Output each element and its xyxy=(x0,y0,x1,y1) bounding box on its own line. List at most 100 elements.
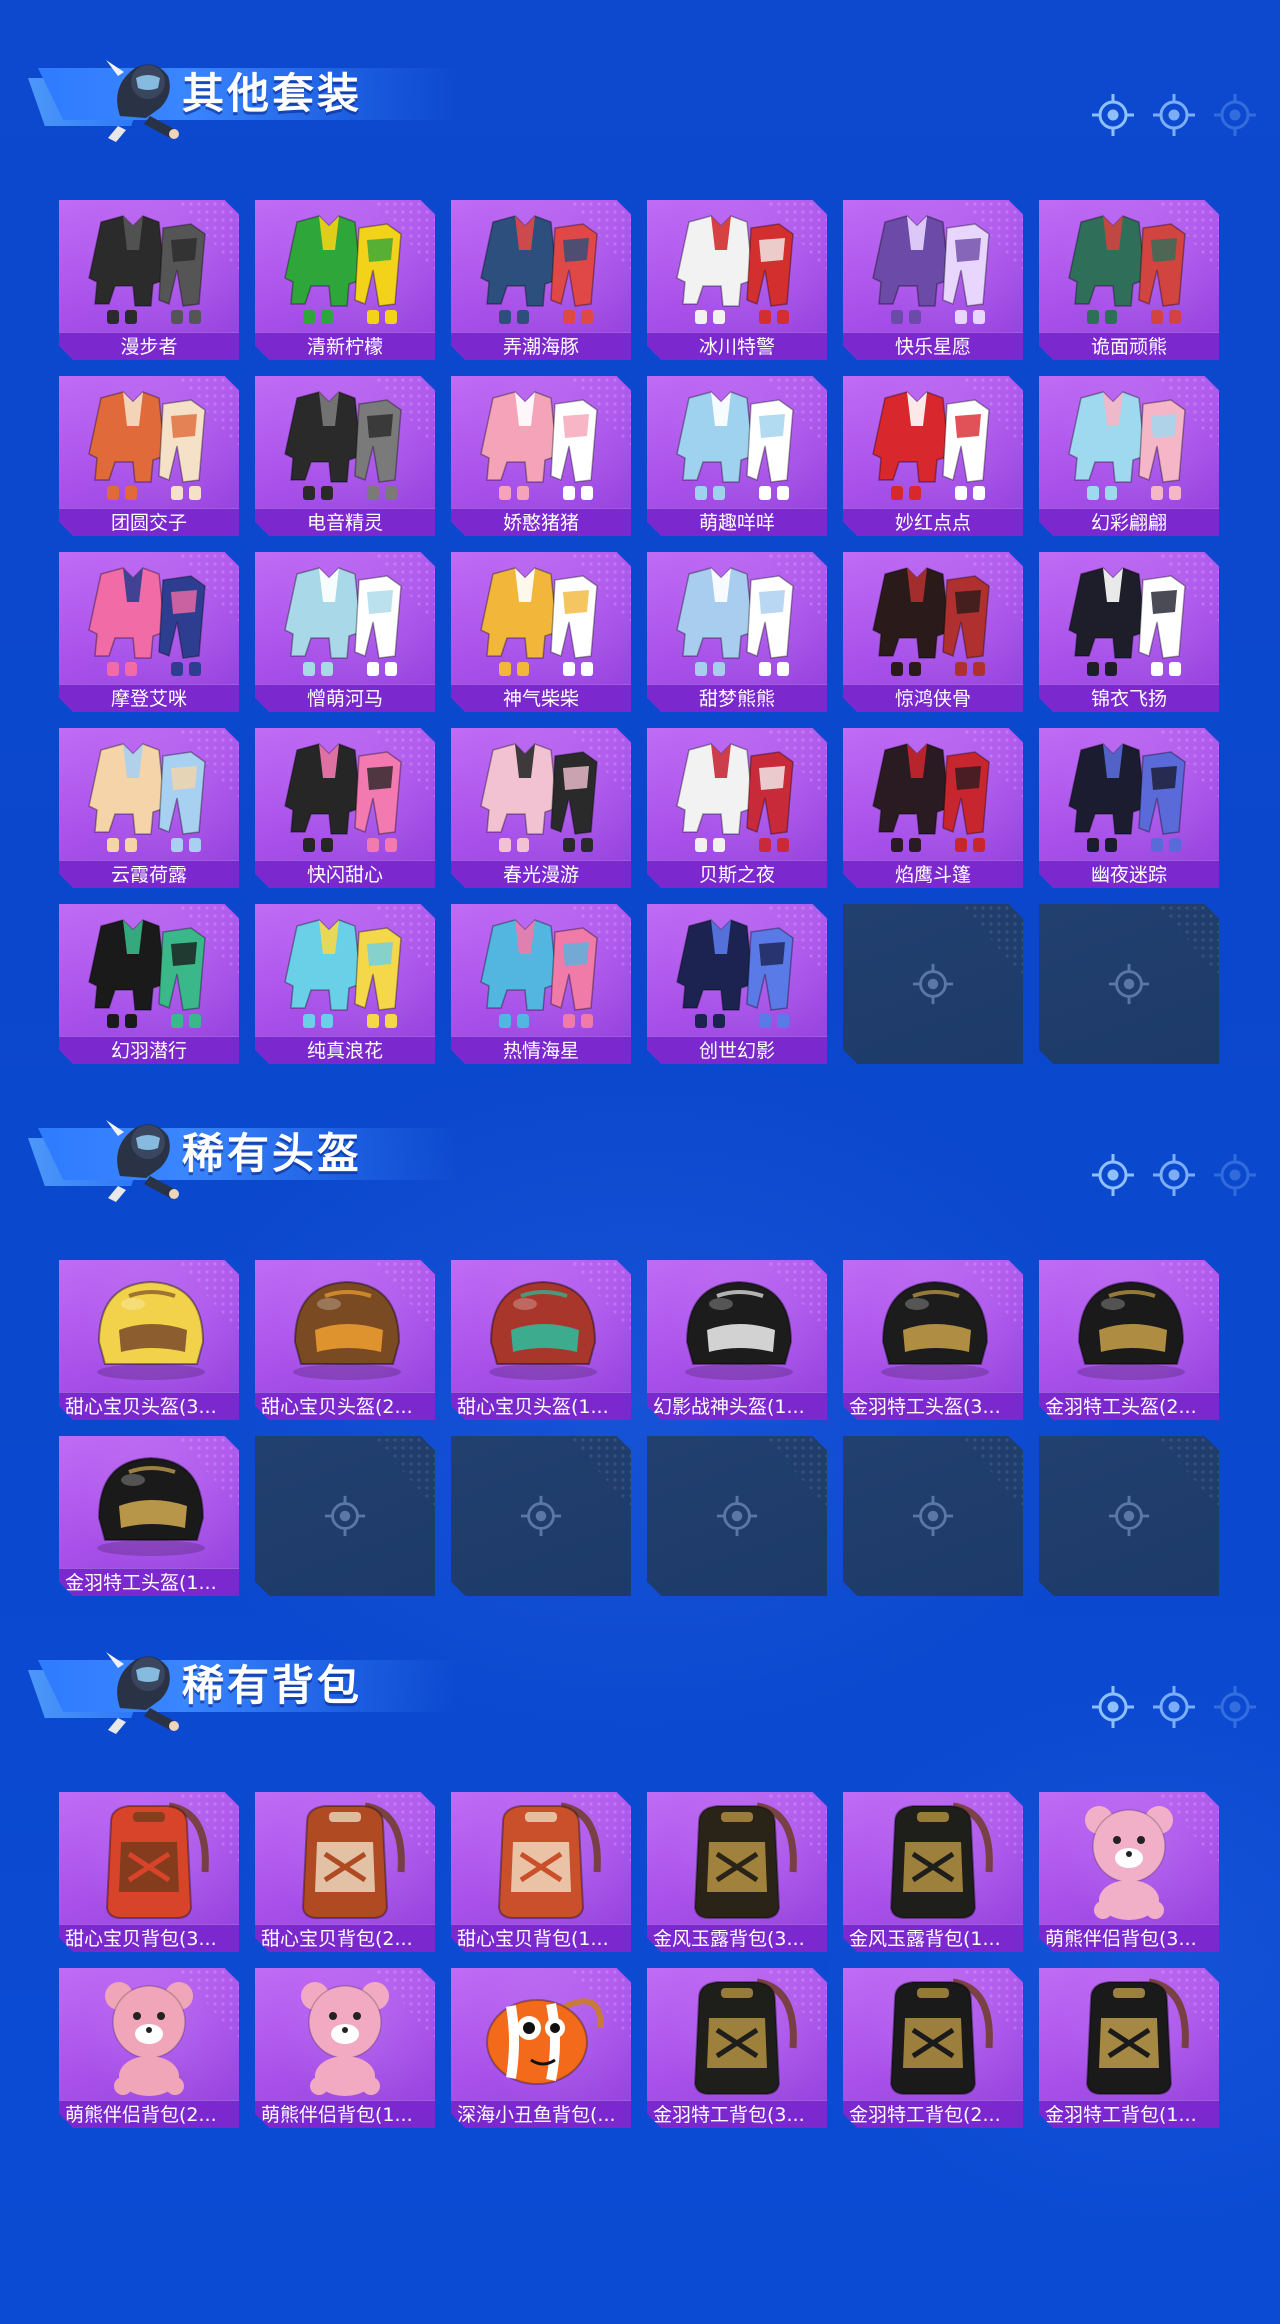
item-card[interactable]: 甜心宝贝头盔(3... xyxy=(59,1260,239,1420)
item-card[interactable]: 金羽特工头盔(2... xyxy=(1039,1260,1219,1420)
empty-slot[interactable] xyxy=(647,1436,827,1596)
item-card[interactable]: 快乐星愿 xyxy=(843,200,1023,360)
item-card[interactable]: 金羽特工背包(3... xyxy=(647,1968,827,2128)
item-card[interactable]: 萌熊伴侣背包(2... xyxy=(59,1968,239,2128)
item-card[interactable]: 团圆交子 xyxy=(59,376,239,536)
item-card[interactable]: 云霞荷露 xyxy=(59,728,239,888)
item-card[interactable]: 深海小丑鱼背包(... xyxy=(451,1968,631,2128)
item-card[interactable]: 清新柠檬 xyxy=(255,200,435,360)
section-dots xyxy=(1090,1684,1256,1730)
item-card[interactable]: 幻影战神头盔(1... xyxy=(647,1260,827,1420)
item-label: 憎萌河马 xyxy=(255,684,435,712)
empty-slot[interactable] xyxy=(843,1436,1023,1596)
item-label: 金风玉露背包(3... xyxy=(647,1924,827,1952)
item-card[interactable]: 金羽特工背包(2... xyxy=(843,1968,1023,2128)
item-card[interactable]: 甜梦熊熊 xyxy=(647,552,827,712)
crosshair-icon xyxy=(1212,1684,1258,1730)
empty-slot[interactable] xyxy=(843,904,1023,1064)
item-card[interactable]: 焰鹰斗篷 xyxy=(843,728,1023,888)
section-header: 其他套装 xyxy=(28,40,458,142)
section-backpacks: 稀有背包 甜心宝贝背包(3... 甜心宝贝背包(2... 甜心宝贝背包(1... 金风… xyxy=(0,1632,1280,2152)
item-card[interactable]: 快闪甜心 xyxy=(255,728,435,888)
item-label: 甜心宝贝头盔(1... xyxy=(451,1392,631,1420)
item-card[interactable]: 摩登艾咪 xyxy=(59,552,239,712)
empty-slot[interactable] xyxy=(255,1436,435,1596)
section-dots xyxy=(1090,92,1256,138)
crosshair-icon xyxy=(911,962,955,1006)
item-card[interactable]: 诡面顽熊 xyxy=(1039,200,1219,360)
item-label: 萌熊伴侣背包(1... xyxy=(255,2100,435,2128)
section-helmets: 稀有头盔 甜心宝贝头盔(3... 甜心宝贝头盔(2... 甜心宝贝头盔(1... 幻影… xyxy=(0,1100,1280,1620)
crosshair-icon xyxy=(1212,92,1258,138)
item-card[interactable]: 纯真浪花 xyxy=(255,904,435,1064)
item-card[interactable]: 金风玉露背包(3... xyxy=(647,1792,827,1952)
item-card[interactable]: 幻羽潜行 xyxy=(59,904,239,1064)
item-label: 锦衣飞扬 xyxy=(1039,684,1219,712)
empty-slot[interactable] xyxy=(1039,904,1219,1064)
crosshair-icon xyxy=(1107,962,1151,1006)
item-card[interactable]: 神气柴柴 xyxy=(451,552,631,712)
item-label: 漫步者 xyxy=(59,332,239,360)
crosshair-icon xyxy=(1090,92,1136,138)
item-label: 快乐星愿 xyxy=(843,332,1023,360)
item-label: 摩登艾咪 xyxy=(59,684,239,712)
item-card[interactable]: 甜心宝贝背包(2... xyxy=(255,1792,435,1952)
item-card[interactable]: 萌熊伴侣背包(3... xyxy=(1039,1792,1219,1952)
item-label: 甜心宝贝头盔(2... xyxy=(255,1392,435,1420)
item-label: 金风玉露背包(1... xyxy=(843,1924,1023,1952)
item-card[interactable]: 漫步者 xyxy=(59,200,239,360)
crosshair-icon xyxy=(519,1494,563,1538)
item-card[interactable]: 娇憨猪猪 xyxy=(451,376,631,536)
item-label: 金羽特工背包(3... xyxy=(647,2100,827,2128)
item-card[interactable]: 幻彩翩翩 xyxy=(1039,376,1219,536)
item-card[interactable]: 金羽特工头盔(1... xyxy=(59,1436,239,1596)
section-title: 稀有背包 xyxy=(182,1661,363,1710)
item-card[interactable]: 幽夜迷踪 xyxy=(1039,728,1219,888)
crosshair-icon xyxy=(1212,1152,1258,1198)
empty-slot[interactable] xyxy=(451,1436,631,1596)
crosshair-icon xyxy=(1151,92,1197,138)
empty-slot[interactable] xyxy=(1039,1436,1219,1596)
item-label: 甜心宝贝背包(2... xyxy=(255,1924,435,1952)
item-label: 热情海星 xyxy=(451,1036,631,1064)
item-card[interactable]: 贝斯之夜 xyxy=(647,728,827,888)
item-card[interactable]: 金羽特工头盔(3... xyxy=(843,1260,1023,1420)
item-card[interactable]: 电音精灵 xyxy=(255,376,435,536)
section-outfits: 其他套装 漫步者 清新柠檬 弄潮海豚 冰川特警 快乐星愿 诡面顽熊团圆交子 电音精灵 娇憨猪猪… xyxy=(0,40,1280,1080)
item-card[interactable]: 甜心宝贝头盔(1... xyxy=(451,1260,631,1420)
item-label: 贝斯之夜 xyxy=(647,860,827,888)
item-card[interactable]: 锦衣飞扬 xyxy=(1039,552,1219,712)
item-card[interactable]: 憎萌河马 xyxy=(255,552,435,712)
crosshair-icon xyxy=(1151,1684,1197,1730)
item-card[interactable]: 萌熊伴侣背包(1... xyxy=(255,1968,435,2128)
item-card[interactable]: 春光漫游 xyxy=(451,728,631,888)
item-label: 娇憨猪猪 xyxy=(451,508,631,536)
item-card[interactable]: 冰川特警 xyxy=(647,200,827,360)
item-label: 春光漫游 xyxy=(451,860,631,888)
item-card[interactable]: 惊鸿侠骨 xyxy=(843,552,1023,712)
section-dots xyxy=(1090,1152,1256,1198)
item-card[interactable]: 弄潮海豚 xyxy=(451,200,631,360)
item-label: 金羽特工背包(2... xyxy=(843,2100,1023,2128)
crosshair-icon xyxy=(1107,1494,1151,1538)
item-label: 电音精灵 xyxy=(255,508,435,536)
item-label: 创世幻影 xyxy=(647,1036,827,1064)
item-label: 萌熊伴侣背包(2... xyxy=(59,2100,239,2128)
item-card[interactable]: 金风玉露背包(1... xyxy=(843,1792,1023,1952)
item-label: 快闪甜心 xyxy=(255,860,435,888)
item-card[interactable]: 金羽特工背包(1... xyxy=(1039,1968,1219,2128)
section-title: 稀有头盔 xyxy=(182,1129,363,1178)
item-label: 深海小丑鱼背包(... xyxy=(451,2100,631,2128)
item-label: 纯真浪花 xyxy=(255,1036,435,1064)
item-label: 金羽特工头盔(2... xyxy=(1039,1392,1219,1420)
item-card[interactable]: 甜心宝贝背包(3... xyxy=(59,1792,239,1952)
item-card[interactable]: 甜心宝贝头盔(2... xyxy=(255,1260,435,1420)
item-label: 清新柠檬 xyxy=(255,332,435,360)
item-card[interactable]: 甜心宝贝背包(1... xyxy=(451,1792,631,1952)
item-card[interactable]: 热情海星 xyxy=(451,904,631,1064)
item-card[interactable]: 萌趣咩咩 xyxy=(647,376,827,536)
item-card[interactable]: 创世幻影 xyxy=(647,904,827,1064)
item-card[interactable]: 妙红点点 xyxy=(843,376,1023,536)
item-label: 冰川特警 xyxy=(647,332,827,360)
crosshair-icon xyxy=(1090,1152,1136,1198)
